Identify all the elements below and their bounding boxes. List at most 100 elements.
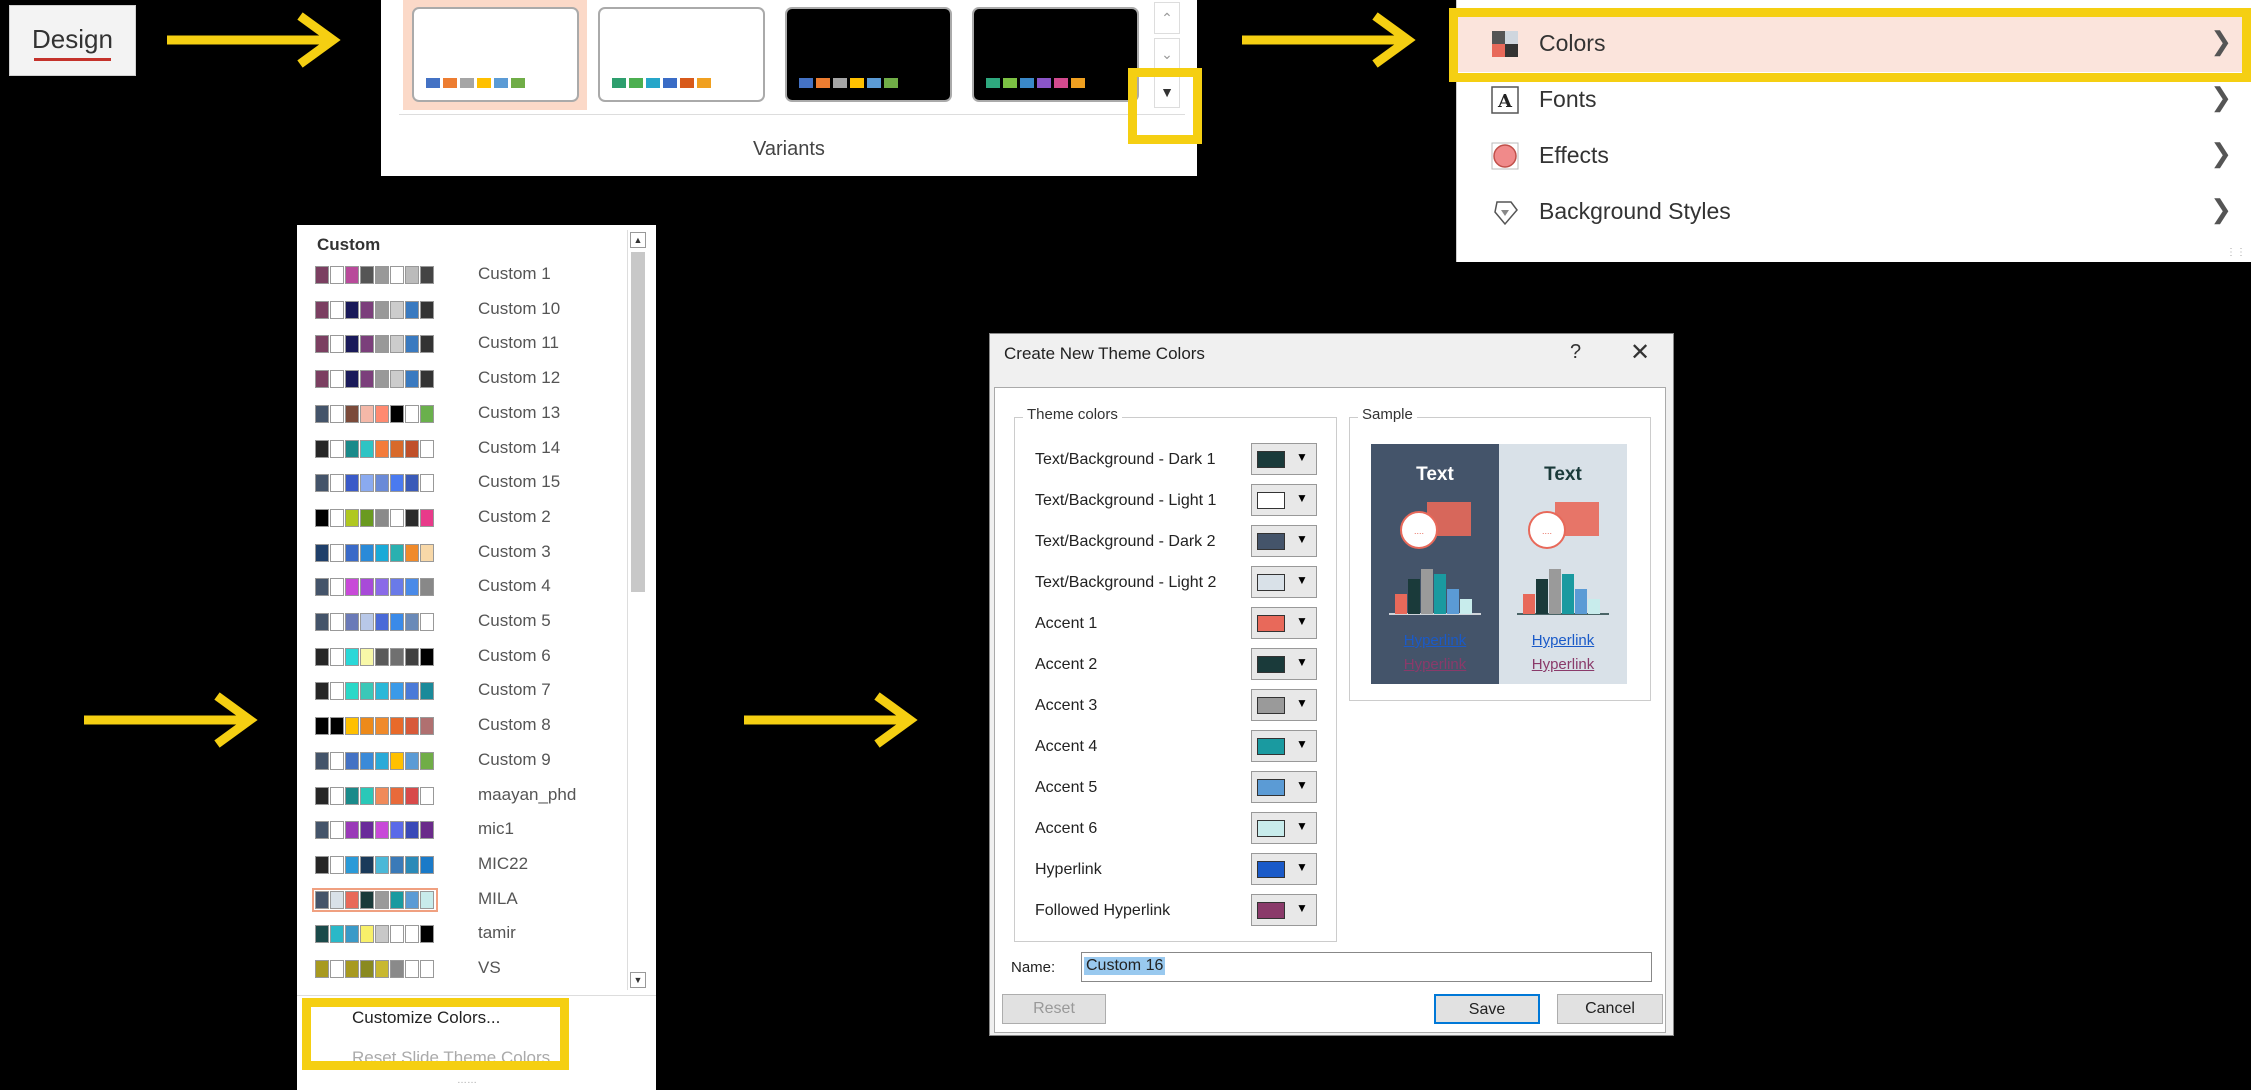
color-swatch xyxy=(330,960,344,978)
arrow-right-icon xyxy=(84,692,258,748)
color-picker-button[interactable]: ▼ xyxy=(1251,566,1317,598)
color-swatch xyxy=(360,335,374,354)
resize-grip-icon[interactable]: ⋮⋮ xyxy=(2226,247,2246,258)
variant-color-swatch xyxy=(1020,78,1034,88)
color-scheme-name: MIC22 xyxy=(478,853,529,873)
color-scheme-name: Custom 8 xyxy=(478,715,551,735)
color-scheme-item[interactable]: mic1 xyxy=(315,813,615,847)
save-button[interactable]: Save xyxy=(1434,994,1540,1024)
theme-color-row: Accent 5 ▼ xyxy=(1035,771,1335,805)
color-picker-button[interactable]: ▼ xyxy=(1251,648,1317,680)
color-scheme-item[interactable]: Custom 12 xyxy=(315,362,615,396)
color-swatch xyxy=(405,508,419,527)
color-scheme-item[interactable]: Custom 9 xyxy=(315,744,615,778)
color-picker-button[interactable]: ▼ xyxy=(1251,607,1317,639)
color-picker-button[interactable]: ▼ xyxy=(1251,484,1317,516)
color-scheme-name: Custom 3 xyxy=(478,541,551,561)
variant-thumbnail-3[interactable] xyxy=(785,7,952,102)
color-scheme-item[interactable]: Custom 4 xyxy=(315,570,615,604)
color-swatch xyxy=(405,786,419,805)
help-button[interactable]: ? xyxy=(1570,341,1581,364)
dropdown-arrow-icon: ▼ xyxy=(1296,655,1308,669)
color-swatch xyxy=(315,404,329,423)
scroll-down-icon[interactable]: ▼ xyxy=(630,972,646,988)
divider xyxy=(297,995,656,996)
color-picker-button[interactable]: ▼ xyxy=(1251,771,1317,803)
color-picker-button[interactable]: ▼ xyxy=(1251,894,1317,926)
color-swatch xyxy=(405,266,419,284)
variant-color-swatch xyxy=(443,78,457,88)
color-picker-button[interactable]: ▼ xyxy=(1251,730,1317,762)
color-swatch xyxy=(315,370,329,389)
close-button[interactable]: ✕ xyxy=(1630,338,1650,367)
color-swatch xyxy=(420,647,434,666)
color-swatch xyxy=(315,960,329,978)
variant-thumbnail-1[interactable] xyxy=(412,7,579,102)
color-swatch xyxy=(405,751,419,770)
sample-hyperlink: Hyperlink xyxy=(1531,632,1595,649)
color-swatch xyxy=(360,751,374,770)
color-scheme-item[interactable]: Custom 2 xyxy=(315,501,615,535)
color-picker-button[interactable]: ▼ xyxy=(1251,689,1317,721)
color-scheme-item[interactable]: MILA xyxy=(312,883,615,917)
theme-color-row: Accent 3 ▼ xyxy=(1035,689,1335,723)
variant-color-swatch xyxy=(1003,78,1017,88)
color-swatch xyxy=(390,613,404,631)
color-scheme-item[interactable]: Custom 11 xyxy=(315,327,615,361)
color-picker-button[interactable]: ▼ xyxy=(1251,525,1317,557)
variant-thumbnail-4[interactable] xyxy=(972,7,1139,102)
theme-colors-group: Theme colors Text/Background - Dark 1 ▼ Te… xyxy=(1014,406,1337,942)
color-scheme-item[interactable]: Custom 8 xyxy=(315,709,615,743)
color-swatch xyxy=(405,821,419,840)
variant-color-bar xyxy=(426,78,525,88)
variant-color-swatch xyxy=(629,78,643,88)
variant-thumbnail-2[interactable] xyxy=(598,7,765,102)
name-input[interactable]: Custom 16 xyxy=(1081,952,1652,982)
menu-item-background-styles[interactable]: Background Styles ❯ xyxy=(1457,184,2251,240)
scroll-down-button[interactable]: ⌄ xyxy=(1154,38,1180,70)
color-scheme-item[interactable]: Custom 3 xyxy=(315,536,615,570)
color-scheme-name: Custom 14 xyxy=(478,437,561,457)
color-scheme-swatches xyxy=(315,925,435,944)
menu-item-effects[interactable]: Effects ❯ xyxy=(1457,128,2251,184)
color-scheme-item[interactable]: Custom 15 xyxy=(315,466,615,500)
color-picker-button[interactable]: ▼ xyxy=(1251,853,1317,885)
color-swatch xyxy=(360,786,374,805)
color-swatch xyxy=(360,613,374,631)
color-swatch xyxy=(345,647,359,666)
color-scheme-item[interactable]: Custom 1 xyxy=(315,258,615,292)
color-swatch xyxy=(405,439,419,458)
design-tab[interactable]: Design xyxy=(9,5,136,76)
theme-color-label: Accent 1 xyxy=(1035,615,1098,632)
color-scheme-item[interactable]: Custom 14 xyxy=(315,432,615,466)
color-swatch xyxy=(420,439,434,458)
color-scheme-item[interactable]: Custom 5 xyxy=(315,605,615,639)
color-picker-button[interactable]: ▼ xyxy=(1251,812,1317,844)
color-scheme-item[interactable]: VS xyxy=(315,952,615,986)
color-scheme-item[interactable]: MIC22 xyxy=(315,848,615,882)
color-scheme-swatches xyxy=(315,855,435,874)
svg-text:....: .... xyxy=(1542,526,1552,536)
resize-grip-icon[interactable]: …… xyxy=(457,1075,477,1086)
color-scheme-item[interactable]: maayan_phd xyxy=(315,779,615,813)
scrollbar-thumb[interactable] xyxy=(631,252,645,592)
color-scheme-name: Custom 1 xyxy=(478,264,551,283)
color-scheme-item[interactable]: tamir xyxy=(315,917,615,951)
color-scheme-item[interactable]: Custom 13 xyxy=(315,397,615,431)
scroll-up-icon[interactable]: ▲ xyxy=(630,232,646,248)
color-swatch xyxy=(420,925,434,944)
color-scheme-item[interactable]: Custom 6 xyxy=(315,640,615,674)
color-swatch xyxy=(360,578,374,597)
color-swatch xyxy=(390,786,404,805)
color-swatch xyxy=(360,647,374,666)
cancel-button[interactable]: Cancel xyxy=(1557,994,1663,1024)
color-picker-button[interactable]: ▼ xyxy=(1251,443,1317,475)
color-swatch xyxy=(420,821,434,840)
variant-color-swatch xyxy=(867,78,881,88)
reset-button[interactable]: Reset xyxy=(1002,994,1106,1024)
scroll-up-button[interactable]: ⌃ xyxy=(1154,2,1180,34)
scrollbar[interactable]: ▲ ▼ xyxy=(627,230,648,990)
color-scheme-item[interactable]: Custom 7 xyxy=(315,674,615,708)
theme-color-label: Text/Background - Light 1 xyxy=(1035,492,1217,509)
color-scheme-item[interactable]: Custom 10 xyxy=(315,293,615,327)
